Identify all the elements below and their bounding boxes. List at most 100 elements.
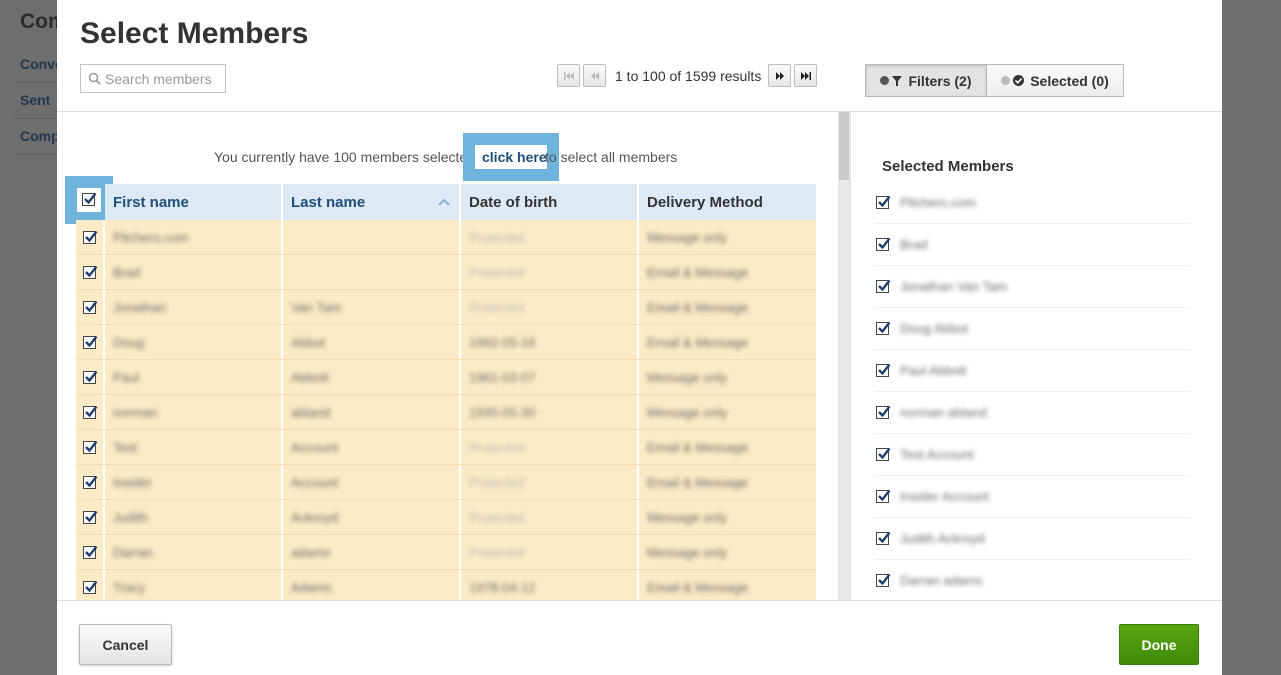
delivery-method-value: Email & Message (647, 474, 749, 490)
delivery-method-cell: Message only (639, 395, 816, 429)
first-name-cell: Insider (105, 465, 283, 499)
first-name-value: Brad (113, 264, 141, 280)
date-of-birth-cell: 1978-04-12 (461, 570, 639, 600)
selected-tab[interactable]: Selected (0) (986, 64, 1124, 97)
selected-members-panel: Selected Members Pitchero.com Brad Jonatha… (850, 112, 1222, 600)
search-input[interactable] (105, 68, 223, 89)
cancel-button[interactable]: Cancel (79, 624, 172, 665)
selected-member-name: Pitchero.com (900, 195, 976, 210)
list-scrollbar[interactable] (838, 112, 850, 600)
row-checkbox[interactable] (83, 335, 98, 349)
column-header-date-of-birth[interactable]: Date of birth (461, 184, 639, 220)
selected-member-item[interactable]: Pitchero.com (874, 182, 1190, 224)
last-name-cell: Ackroyd (283, 500, 461, 534)
last-name-value: Adams (291, 579, 332, 595)
selected-member-checkbox[interactable] (876, 321, 891, 335)
selected-member-name: Test Account (900, 447, 974, 462)
row-checkbox[interactable] (83, 475, 98, 489)
selected-member-checkbox[interactable] (876, 573, 891, 587)
first-name-value: Darran (113, 544, 153, 560)
last-name-cell: Abbot (283, 325, 461, 359)
first-name-value: Pitchero.com (113, 229, 189, 245)
delivery-method-cell: Email & Message (639, 465, 816, 499)
selected-member-checkbox[interactable] (876, 405, 891, 419)
selected-member-item[interactable]: Test Account (874, 434, 1190, 476)
select-members-modal: Select Members 1 to 100 of 1599 results … (57, 0, 1222, 675)
selected-member-item[interactable]: Insider Account (874, 476, 1190, 518)
row-checkbox[interactable] (83, 545, 98, 559)
table-row[interactable]: Brad Protected Email & Message (76, 255, 816, 290)
selected-member-checkbox[interactable] (876, 447, 891, 461)
date-of-birth-value: 1961-03-07 (469, 369, 536, 385)
table-row[interactable]: Darran adams Protected Message only (76, 535, 816, 570)
row-checkbox[interactable] (83, 580, 98, 594)
table-row[interactable]: Tracy Adams 1978-04-12 Email & Message (76, 570, 816, 600)
checkmark-icon (85, 405, 98, 417)
table-row[interactable]: Test Account Protected Email & Message (76, 430, 816, 465)
delivery-method-value: Message only (647, 509, 728, 525)
selected-member-item[interactable]: Judith Ackroyd (874, 518, 1190, 560)
select-all-checkbox[interactable] (82, 192, 97, 206)
checkmark-icon (878, 237, 891, 250)
last-page-button[interactable] (794, 64, 817, 87)
table-row[interactable]: Paul Abbott 1961-03-07 Message only (76, 360, 816, 395)
first-name-cell: Darran (105, 535, 283, 569)
checkmark-icon (85, 300, 98, 312)
selected-member-checkbox[interactable] (876, 363, 891, 377)
done-button[interactable]: Done (1119, 624, 1199, 665)
first-page-button[interactable] (557, 64, 580, 87)
scrollbar-thumb[interactable] (839, 112, 849, 180)
last-name-value: Abbot (291, 334, 325, 350)
row-checkbox[interactable] (83, 405, 98, 419)
row-checkbox[interactable] (83, 370, 98, 384)
selected-member-checkbox[interactable] (876, 195, 891, 209)
filters-tab[interactable]: Filters (2) (865, 64, 987, 97)
selected-member-checkbox[interactable] (876, 531, 891, 545)
table-row[interactable]: Jonathan Van Tam Protected Email & Message (76, 290, 816, 325)
previous-page-button[interactable] (583, 64, 606, 87)
selected-member-item[interactable]: Jonathan Van Tam (874, 266, 1190, 308)
delivery-method-cell: Message only (639, 360, 816, 394)
selected-member-checkbox[interactable] (876, 489, 891, 503)
row-checkbox[interactable] (83, 510, 98, 524)
selected-member-item[interactable]: Darran adams (874, 560, 1190, 600)
table-row[interactable]: Pitchero.com Protected Message only (76, 220, 816, 255)
date-of-birth-value: Protected (469, 474, 525, 490)
table-row[interactable]: Doug Abbot 1992-05-16 Email & Message (76, 325, 816, 360)
search-box[interactable] (80, 64, 226, 93)
first-name-cell: Test (105, 430, 283, 464)
check-circle-icon (1013, 75, 1025, 86)
selected-member-item[interactable]: Brad (874, 224, 1190, 266)
date-of-birth-cell: Protected (461, 430, 639, 464)
checkmark-icon (878, 573, 891, 586)
selection-notice-text: You currently have 100 members selected … (214, 149, 484, 165)
select-all-link[interactable]: click here (482, 149, 547, 165)
row-checkbox[interactable] (83, 300, 98, 314)
next-page-button[interactable] (768, 64, 791, 87)
column-header-last-name[interactable]: Last name (283, 184, 461, 220)
search-icon (88, 72, 101, 85)
date-of-birth-cell: Protected (461, 290, 639, 324)
selected-member-item[interactable]: norman abland (874, 392, 1190, 434)
first-name-cell: Doug (105, 325, 283, 359)
last-name-cell: Van Tam (283, 290, 461, 324)
delivery-method-cell: Email & Message (639, 325, 816, 359)
first-name-value: Jonathan (113, 299, 167, 315)
row-checkbox[interactable] (83, 230, 98, 244)
pager-results-text: 1 to 100 of 1599 results (615, 68, 762, 84)
selected-member-checkbox[interactable] (876, 237, 891, 251)
column-header-delivery-method[interactable]: Delivery Method (639, 184, 816, 220)
table-row[interactable]: norman abland 1935-05-30 Message only (76, 395, 816, 430)
table-row[interactable]: Insider Account Protected Email & Message (76, 465, 816, 500)
row-checkbox[interactable] (83, 440, 98, 454)
table-row[interactable]: Judith Ackroyd Protected Message only (76, 500, 816, 535)
column-header-label: Last name (291, 193, 366, 211)
row-select-cell (76, 255, 105, 289)
selected-member-item[interactable]: Paul Abbott (874, 350, 1190, 392)
row-checkbox[interactable] (83, 265, 98, 279)
checkmark-icon (878, 405, 891, 418)
first-name-value: Tracy (113, 579, 146, 595)
selected-member-checkbox[interactable] (876, 279, 891, 293)
selected-member-item[interactable]: Doug Abbot (874, 308, 1190, 350)
column-header-first-name[interactable]: First name (105, 184, 283, 220)
